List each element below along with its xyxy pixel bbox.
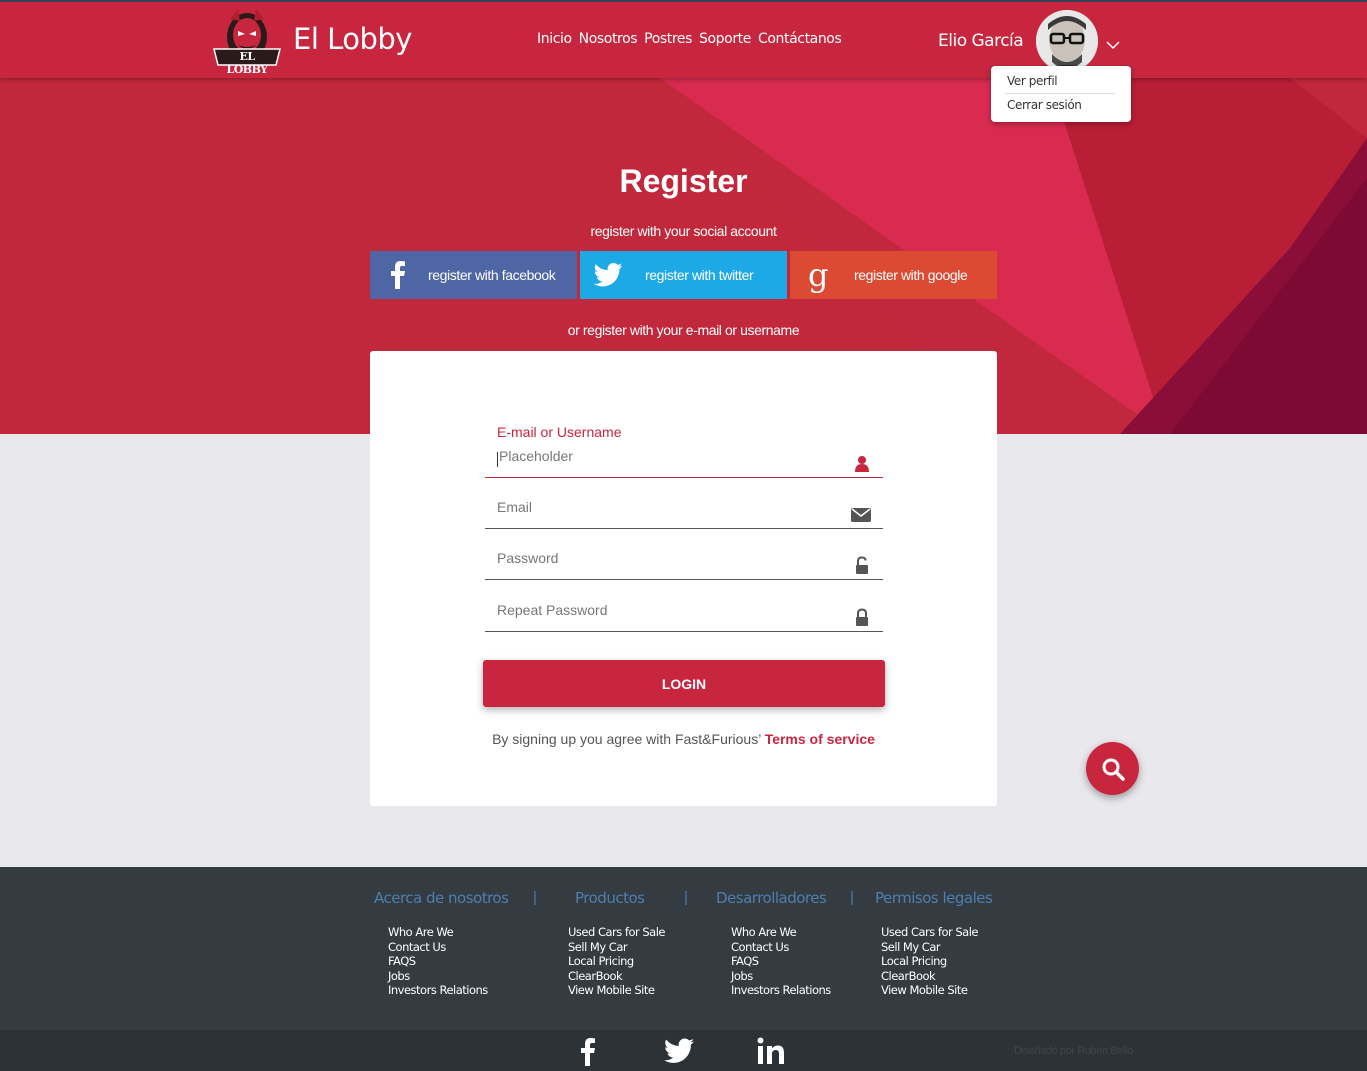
footer-link[interactable]: ClearBook — [881, 969, 978, 984]
menu-cerrar-sesion[interactable]: Cerrar sesión — [1007, 98, 1082, 112]
envelope-icon — [851, 508, 871, 522]
el-lobby-logo[interactable]: EL LOBBY — [210, 7, 284, 76]
google-register-button[interactable]: g register with google — [790, 251, 997, 299]
terms-text: By signing up you agree with Fast&Furiou… — [492, 731, 765, 747]
footer-separator: | — [850, 889, 854, 906]
footer-heading-acerca[interactable]: Acerca de nosotros — [374, 889, 509, 907]
twitter-register-button[interactable]: register with twitter — [580, 251, 787, 299]
footer-heading-desarrolladores[interactable]: Desarrolladores — [716, 889, 827, 907]
terms-notice: By signing up you agree with Fast&Furiou… — [370, 731, 997, 747]
facebook-register-button[interactable]: register with facebook — [370, 251, 577, 299]
main-nav: Inicio Nosotros Postres Soporte Contácta… — [537, 31, 848, 47]
footer-link[interactable]: Local Pricing — [881, 954, 978, 969]
text-cursor — [497, 452, 498, 467]
email-username-field — [485, 448, 883, 478]
lock-icon — [856, 608, 868, 626]
footer-link[interactable]: Contact Us — [731, 940, 831, 955]
facebook-icon — [370, 251, 426, 299]
user-icon — [855, 456, 869, 472]
social-subtitle: register with your social account — [590, 223, 777, 239]
footer-separator: | — [533, 889, 537, 906]
footer-link[interactable]: Sell My Car — [568, 940, 665, 955]
avatar[interactable] — [1036, 10, 1098, 72]
footer-link[interactable]: Investors Relations — [388, 983, 488, 998]
twitter-icon — [580, 251, 636, 299]
footer-column-permisos: Used Cars for Sale Sell My Car Local Pri… — [881, 925, 978, 998]
footer-link[interactable]: Contact Us — [388, 940, 488, 955]
footer-link[interactable]: Used Cars for Sale — [881, 925, 978, 940]
google-icon: g — [807, 256, 829, 294]
email-field — [485, 499, 883, 529]
footer-separator: | — [684, 889, 688, 906]
footer-link[interactable]: FAQS — [731, 954, 831, 969]
repeat-password-field — [485, 602, 883, 632]
search-icon — [1102, 758, 1125, 781]
password-field — [485, 550, 883, 580]
footer-link[interactable]: Who Are We — [388, 925, 488, 940]
footer-link[interactable]: View Mobile Site — [568, 983, 665, 998]
footer-link[interactable]: Sell My Car — [881, 940, 978, 955]
user-dropdown-menu: Ver perfil Cerrar sesión — [991, 66, 1131, 122]
nav-postres[interactable]: Postres — [644, 31, 692, 47]
unlock-icon — [856, 556, 868, 574]
linkedin-icon[interactable] — [756, 1036, 786, 1066]
twitter-icon[interactable] — [664, 1036, 694, 1066]
terms-of-service-link[interactable]: Terms of service — [765, 731, 875, 747]
footer-link[interactable]: Investors Relations — [731, 983, 831, 998]
nav-contactanos[interactable]: Contáctanos — [758, 31, 842, 47]
designer-credit: Diseñado por Rubén Bello — [1014, 1045, 1133, 1057]
register-form-card: E-mail or Username LOGIN By signing up y — [370, 351, 997, 806]
email-register-subtitle: or register with your e-mail or username — [567, 322, 800, 338]
footer-column-productos: Used Cars for Sale Sell My Car Local Pri… — [568, 925, 665, 998]
facebook-register-label: register with facebook — [428, 267, 556, 283]
footer-heading-productos[interactable]: Productos — [575, 889, 645, 907]
repeat-password-input[interactable] — [497, 602, 837, 618]
facebook-icon[interactable] — [575, 1036, 605, 1066]
nav-inicio[interactable]: Inicio — [537, 31, 572, 47]
footer-link[interactable]: ClearBook — [568, 969, 665, 984]
twitter-register-label: register with twitter — [645, 267, 754, 283]
email-input[interactable] — [497, 499, 837, 515]
password-input[interactable] — [497, 550, 837, 566]
email-username-input[interactable] — [499, 448, 839, 464]
footer-link[interactable]: Jobs — [388, 969, 488, 984]
login-button[interactable]: LOGIN — [483, 660, 885, 707]
logo-text: EL LOBBY — [226, 50, 268, 76]
footer-link[interactable]: Jobs — [731, 969, 831, 984]
register-title: Register — [619, 163, 748, 199]
nav-nosotros[interactable]: Nosotros — [579, 31, 638, 47]
footer-link[interactable]: Local Pricing — [568, 954, 665, 969]
footer-column-acerca: Who Are We Contact Us FAQS Jobs Investor… — [388, 925, 488, 998]
nav-soporte[interactable]: Soporte — [699, 31, 751, 47]
footer-heading-permisos[interactable]: Permisos legales — [875, 889, 993, 907]
top-navbar: EL LOBBY El Lobby Inicio Nosotros Postre… — [0, 0, 1367, 78]
brand-name[interactable]: El Lobby — [293, 22, 412, 56]
google-register-label: register with google — [854, 267, 968, 283]
user-name[interactable]: Elio García — [938, 31, 1024, 51]
menu-ver-perfil[interactable]: Ver perfil — [1007, 74, 1058, 88]
footer-link[interactable]: Who Are We — [731, 925, 831, 940]
footer-link[interactable]: Used Cars for Sale — [568, 925, 665, 940]
footer-link[interactable]: View Mobile Site — [881, 983, 978, 998]
search-fab-button[interactable] — [1086, 742, 1139, 795]
email-username-label: E-mail or Username — [497, 424, 622, 440]
menu-divider — [1005, 93, 1115, 94]
chevron-down-icon[interactable] — [1106, 40, 1120, 50]
footer-column-desarrolladores: Who Are We Contact Us FAQS Jobs Investor… — [731, 925, 831, 998]
footer-link[interactable]: FAQS — [388, 954, 488, 969]
